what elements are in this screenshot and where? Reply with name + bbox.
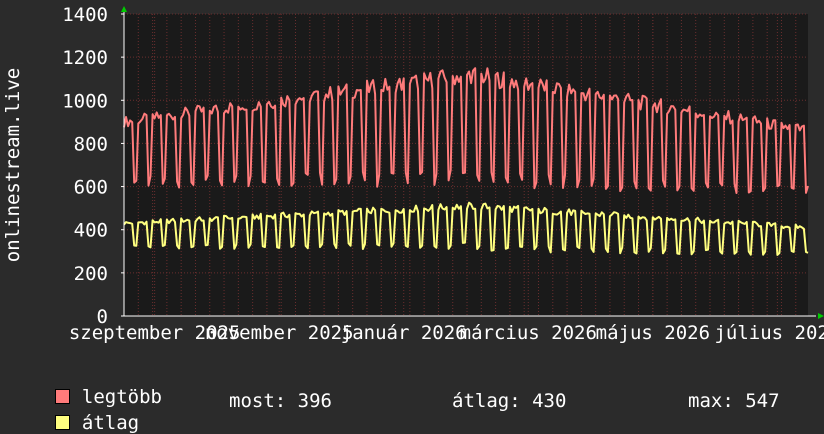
x-axis-arrow [818, 313, 824, 319]
legend-label-avg: átlag [81, 412, 140, 434]
x-tick-label: május 2026 [596, 322, 710, 344]
line-chart: 0200400600800100012001400 szeptember 202… [2, 4, 824, 344]
x-tick-labels: szeptember 2025november 2025január 2026m… [69, 322, 824, 344]
stat-current: most: 396 [229, 390, 332, 412]
y-tick-label: 600 [74, 177, 108, 199]
y-axis-label: onlinestream.live [2, 68, 24, 262]
y-tick-labels: 0200400600800100012001400 [62, 4, 108, 328]
x-tick-label: július 2026 [714, 322, 824, 344]
legend-swatch-avg [54, 415, 70, 430]
x-tick-label: november 2025 [205, 322, 354, 344]
x-tick-label: január 2026 [341, 322, 467, 344]
y-tick-label: 400 [74, 220, 108, 242]
legend-item-avg: átlag [32, 390, 139, 434]
y-tick-label: 200 [74, 263, 108, 285]
y-tick-label: 800 [74, 133, 108, 155]
y-tick-label: 1200 [62, 47, 108, 69]
y-tick-label: 1400 [62, 4, 108, 26]
x-tick-label: március 2026 [460, 322, 597, 344]
y-tick-label: 1000 [62, 90, 108, 112]
stat-max: max: 547 [688, 390, 780, 412]
stat-average: átlag: 430 [452, 390, 567, 412]
y-axis-arrow [121, 6, 127, 12]
